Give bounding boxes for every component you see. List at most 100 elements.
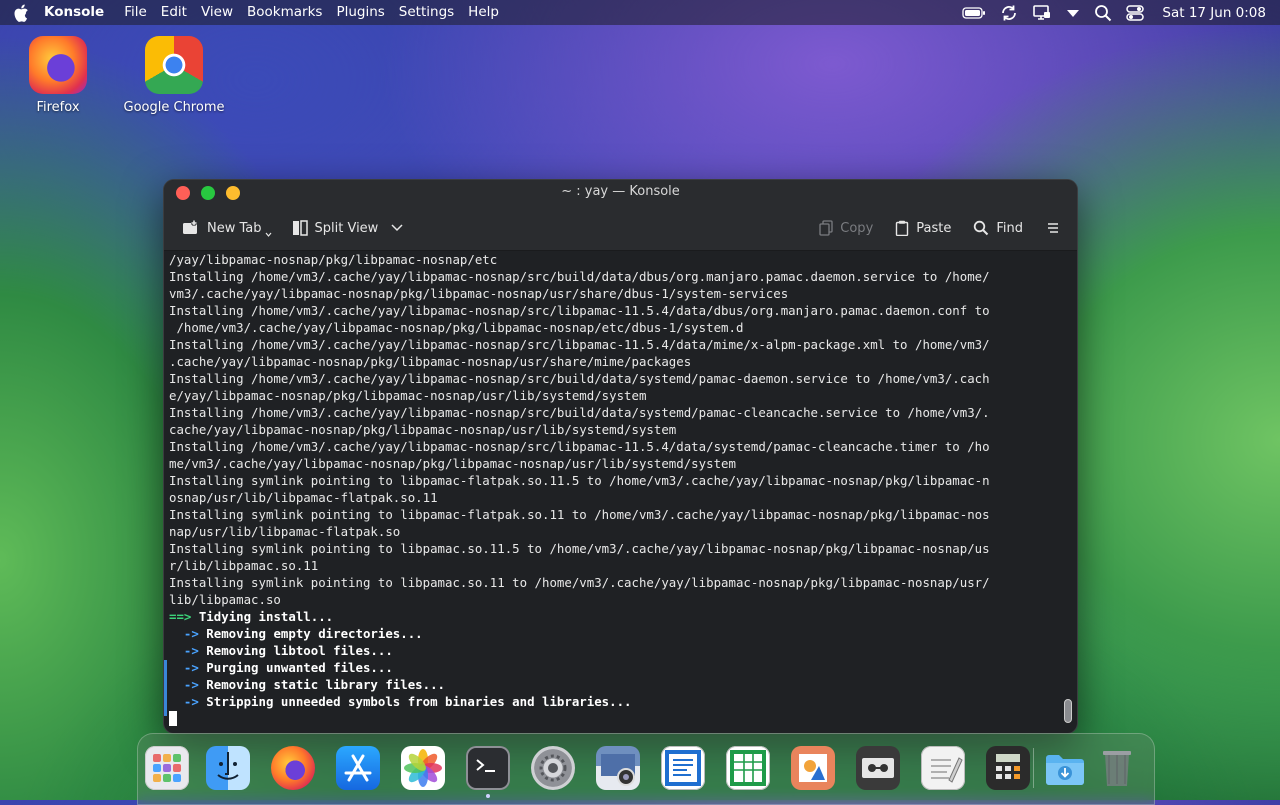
- paste-icon: [896, 220, 909, 236]
- paste-button[interactable]: Paste: [887, 213, 959, 243]
- menu-settings[interactable]: Settings: [399, 0, 454, 25]
- trash-icon[interactable]: [1095, 746, 1139, 790]
- chevron-down-icon[interactable]: [391, 224, 403, 232]
- terminal-line: lib/libpamac.so: [169, 592, 281, 607]
- window-titlebar[interactable]: ~ : yay — Konsole: [164, 180, 1077, 206]
- new-tab-label: New Tab: [207, 220, 262, 236]
- photos-icon[interactable]: [401, 746, 445, 790]
- terminal-line-text: Removing libtool files...: [198, 643, 393, 658]
- split-view-label: Split View: [314, 220, 379, 236]
- copy-label: Copy: [840, 220, 874, 236]
- terminal-line: /yay/libpamac-nosnap/pkg/libpamac-nosnap…: [169, 252, 498, 267]
- copy-icon: [819, 220, 833, 236]
- menubar-clock[interactable]: Sat 17 Jun 0:08: [1162, 5, 1266, 21]
- terminal-line: /home/vm3/.cache/yay/libpamac-nosnap/pkg…: [169, 320, 744, 335]
- menu-edit[interactable]: Edit: [161, 0, 187, 25]
- running-indicator: [486, 794, 490, 798]
- terminal-line: osnap/usr/lib/libpamac-flatpak.so.11: [169, 490, 438, 505]
- screenshot-icon[interactable]: [596, 746, 640, 790]
- terminal-line: Installing /home/vm3/.cache/yay/libpamac…: [169, 371, 990, 386]
- desktop-icon-label: Google Chrome: [123, 100, 225, 115]
- terminal-line: Installing /home/vm3/.cache/yay/libpamac…: [169, 337, 990, 352]
- terminal-cursor: [169, 711, 177, 726]
- terminal-prompt-marker: ->: [169, 677, 199, 692]
- new-tab-icon: [183, 220, 197, 234]
- control-center-icon[interactable]: [1126, 4, 1145, 22]
- calc-spreadsheet-icon[interactable]: [726, 746, 770, 790]
- desktop-icon-chrome[interactable]: Google Chrome: [119, 36, 229, 115]
- terminal-line: cache/yay/libpamac-nosnap/pkg/libpamac-n…: [169, 422, 677, 437]
- tape-recorder-icon[interactable]: [856, 746, 900, 790]
- terminal-line: ==> Tidying install...: [169, 608, 1077, 625]
- terminal-line: -> Removing empty directories...: [169, 625, 1077, 642]
- menubar-app-name[interactable]: Konsole: [44, 0, 104, 25]
- terminal-line: Installing /home/vm3/.cache/yay/libpamac…: [169, 439, 990, 454]
- split-view-icon: [292, 220, 308, 236]
- launcher-icon[interactable]: [145, 746, 189, 790]
- search-icon[interactable]: [1094, 4, 1112, 22]
- writer-icon[interactable]: [661, 746, 705, 790]
- terminal-line: -> Removing static library files...: [169, 676, 1077, 693]
- downloads-folder-icon[interactable]: [1043, 746, 1087, 790]
- app-store-icon[interactable]: [336, 746, 380, 790]
- menu-help[interactable]: Help: [468, 0, 499, 25]
- terminal-line: vm3/.cache/yay/libpamac-nosnap/pkg/libpa…: [169, 286, 789, 301]
- terminal-line: me/vm3/.cache/yay/libpamac-nosnap/pkg/li…: [169, 456, 736, 471]
- terminal-prompt-marker: ->: [169, 660, 199, 675]
- find-label: Find: [996, 220, 1023, 236]
- terminal-icon[interactable]: [466, 746, 510, 790]
- terminal-scrollbar[interactable]: [1064, 699, 1072, 723]
- terminal-prompt-marker: ->: [169, 694, 199, 709]
- display-icon[interactable]: [1032, 4, 1052, 22]
- chrome-icon: [145, 36, 203, 94]
- konsole-toolbar: New Tab Split View Copy Paste Find: [164, 206, 1077, 251]
- terminal-line: e/yay/libpamac-nosnap/pkg/libpamac-nosna…: [169, 388, 647, 403]
- calculator-icon[interactable]: [986, 746, 1030, 790]
- firefox-icon[interactable]: [271, 746, 315, 790]
- window-title: ~ : yay — Konsole: [561, 184, 680, 199]
- finder-icon[interactable]: [206, 746, 250, 790]
- search-icon: [974, 220, 989, 236]
- terminal-line: Installing /home/vm3/.cache/yay/libpamac…: [169, 269, 990, 284]
- copy-button[interactable]: Copy: [811, 213, 881, 243]
- konsole-window: ~ : yay — Konsole New Tab Split View Cop…: [163, 179, 1078, 734]
- menu-plugins[interactable]: Plugins: [336, 0, 384, 25]
- terminal-line: r/lib/libpamac.so.11: [169, 558, 319, 573]
- dropdown-triangle-icon[interactable]: [1066, 8, 1080, 18]
- terminal-line: Installing symlink pointing to libpamac.…: [169, 575, 990, 590]
- terminal-line: nap/usr/lib/libpamac-flatpak.so: [169, 524, 401, 539]
- terminal-line: -> Stripping unneeded symbols from binar…: [169, 693, 1077, 710]
- apple-menu-icon[interactable]: [12, 4, 30, 22]
- terminal-line-text: Removing static library files...: [198, 677, 446, 692]
- firefox-icon: [29, 36, 87, 94]
- terminal-output[interactable]: /yay/libpamac-nosnap/pkg/libpamac-nosnap…: [164, 251, 1077, 733]
- battery-icon[interactable]: [962, 6, 986, 19]
- desktop-icon-label: Firefox: [36, 100, 80, 115]
- chevron-down-icon[interactable]: [265, 232, 272, 238]
- sync-icon[interactable]: [1000, 4, 1018, 22]
- terminal-line: Installing symlink pointing to libpamac.…: [169, 541, 990, 556]
- terminal-line: -> Removing libtool files...: [169, 642, 1077, 659]
- top-menubar: Konsole File Edit View Bookmarks Plugins…: [0, 0, 1280, 25]
- split-view-button[interactable]: Split View: [284, 213, 412, 243]
- paste-label: Paste: [916, 220, 952, 236]
- settings-icon[interactable]: [531, 746, 575, 790]
- terminal-line-text: Stripping unneeded symbols from binaries…: [198, 694, 632, 709]
- menu-file[interactable]: File: [124, 0, 147, 25]
- terminal-prompt-marker: ->: [169, 643, 199, 658]
- text-editor-icon[interactable]: [921, 746, 965, 790]
- new-tab-button[interactable]: New Tab: [174, 213, 280, 243]
- find-button[interactable]: Find: [965, 213, 1031, 243]
- terminal-line: Installing symlink pointing to libpamac-…: [169, 473, 990, 488]
- terminal-prompt-marker: ->: [169, 626, 199, 641]
- desktop-icon-firefox[interactable]: Firefox: [3, 36, 113, 115]
- dock-separator: [1033, 748, 1034, 788]
- terminal-line: .cache/yay/libpamac-nosnap/pkg/libpamac-…: [169, 354, 692, 369]
- dock: [137, 733, 1155, 805]
- terminal-cursor-line: [169, 710, 1077, 727]
- hamburger-menu-button[interactable]: [1039, 213, 1067, 243]
- draw-icon[interactable]: [791, 746, 835, 790]
- terminal-line-text: Tidying install...: [191, 609, 334, 624]
- menu-bookmarks[interactable]: Bookmarks: [247, 0, 322, 25]
- menu-view[interactable]: View: [201, 0, 233, 25]
